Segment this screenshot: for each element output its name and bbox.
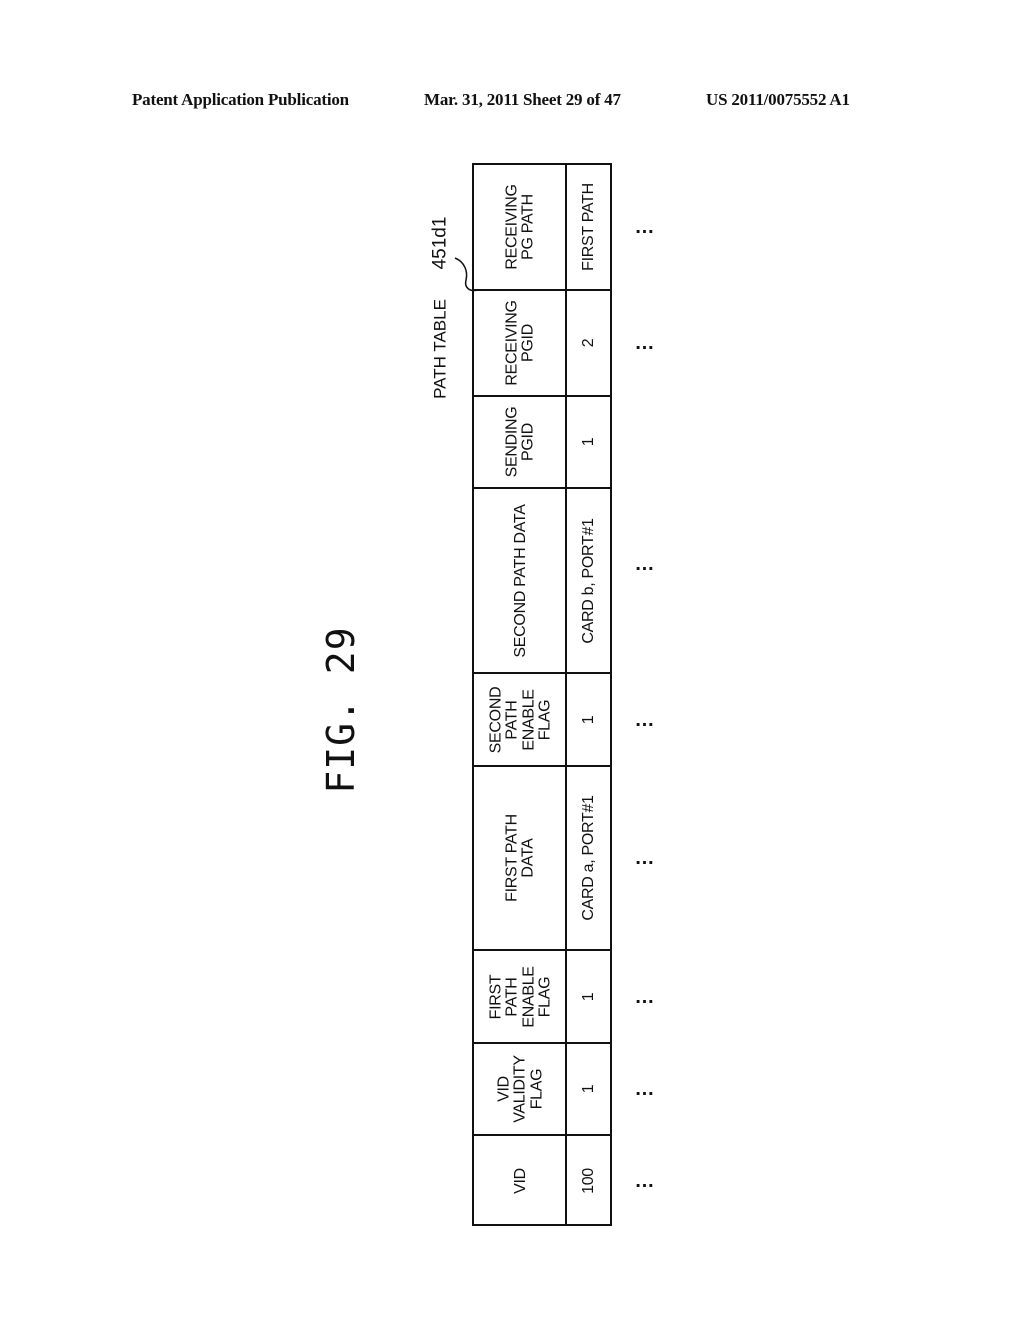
continuation-ellipsis: … [634,985,656,1008]
column-header-line: PG PATH [520,193,537,260]
column-header: VID VALIDITY FLAG [495,1055,546,1123]
column-header-line: RECEIVING [503,183,521,270]
table-cell-value: 2 [579,338,597,348]
table-cell-value: FIRST PATH [579,182,597,271]
column-header-line: PGID [520,324,537,362]
column-divider [472,672,612,674]
column-header-line: FLAG [536,699,554,740]
continuation-ellipsis: … [634,552,656,575]
column-header-line: SECOND [487,686,505,753]
column-header: FIRST PATH ENABLE FLAG [487,965,554,1028]
column-divider [472,289,612,291]
column-header-line: FLAG [528,1068,546,1110]
column-header-line: VID [511,1167,529,1194]
table-cell-value: 1 [579,715,597,724]
continuation-ellipsis: … [634,708,656,731]
column-divider [472,949,612,951]
column-header: SECOND PATH ENABLE FLAG [487,686,554,753]
column-header-line: VID [495,1076,513,1102]
table-cell-value: 1 [579,1084,597,1094]
column-header-line: DATA [520,838,537,878]
column-header: FIRST PATH DATA [503,814,538,902]
continuation-ellipsis: … [634,215,656,238]
column-header: RECEIVING PGID [503,300,538,386]
table-cell-value: CARD b, PORT#1 [579,517,597,644]
continuation-ellipsis: … [634,1078,656,1100]
column-header-line: PGID [520,423,537,461]
column-divider [472,487,612,489]
column-header-line: PATH [503,699,521,740]
column-header: SENDING PGID [503,406,538,478]
column-header: RECEIVING PG PATH [503,183,538,270]
table-cell-value: 100 [579,1167,597,1194]
table-cell-value: CARD a, PORT#1 [579,795,597,921]
column-divider [472,395,612,397]
column-header-line: FIRST PATH [503,814,521,902]
table-cell-value: 1 [579,992,597,1001]
column-header-line: FLAG [536,976,554,1017]
column-header-line: VALIDITY [511,1055,529,1123]
column-divider [472,765,612,767]
column-header-line: PATH [503,976,521,1017]
column-divider [472,1134,612,1136]
continuation-ellipsis: … [634,847,656,869]
continuation-ellipsis: … [634,332,656,354]
column-header-line: ENABLE [520,965,537,1028]
column-header-line: ENABLE [520,688,537,751]
column-header-line: RECEIVING [503,300,521,386]
table-cell-value: 1 [579,437,597,447]
column-header: SECOND PATH DATA [511,503,529,658]
column-header-line: FIRST [487,974,505,1019]
column-header-line: SECOND PATH DATA [511,503,529,658]
continuation-ellipsis: … [634,1169,656,1192]
column-header: VID [511,1167,529,1194]
header-value-divider [565,163,567,1226]
column-header-line: SENDING [503,406,521,478]
column-divider [472,1042,612,1044]
